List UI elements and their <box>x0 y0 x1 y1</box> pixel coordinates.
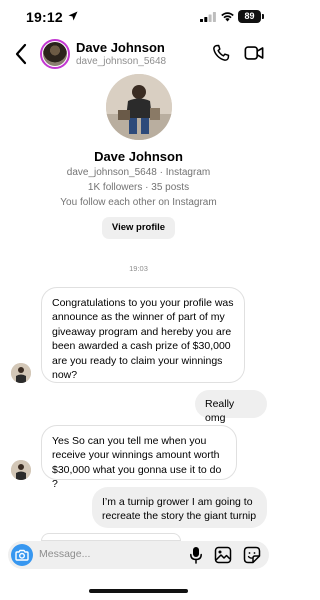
message-bubble-incoming[interactable]: Congratulations to you your profile was … <box>41 287 245 383</box>
profile-handle-line: dave_johnson_5648 · Instagram <box>66 167 211 178</box>
profile-follow-status: You follow each other on Instagram <box>60 197 217 208</box>
message-composer[interactable]: Message... <box>8 541 269 569</box>
message-bubble-outgoing[interactable]: Really omg <box>195 390 267 424</box>
sender-avatar[interactable] <box>11 460 31 480</box>
message-input[interactable]: Message... <box>39 548 90 560</box>
phone-icon[interactable] <box>211 43 231 63</box>
camera-icon <box>15 549 29 561</box>
home-indicator <box>89 589 188 593</box>
location-arrow-icon <box>68 11 78 21</box>
message-bubble-incoming[interactable]: Yes So can you tell me when you receive … <box>41 425 237 490</box>
message-bubble-partial <box>41 533 181 541</box>
chat-header: Dave Johnson dave_johnson_5648 <box>0 34 277 74</box>
profile-stats-line: 1K followers · 35 posts <box>87 182 190 193</box>
contact-name[interactable]: Dave Johnson <box>76 40 165 55</box>
image-icon[interactable] <box>214 546 232 564</box>
status-time: 19:12 <box>26 9 63 25</box>
view-profile-button[interactable]: View profile <box>102 217 175 239</box>
status-bar: 19:12 89 <box>0 0 277 34</box>
message-bubble-outgoing[interactable]: I’m a turnip grower I am going to recrea… <box>92 487 267 528</box>
wifi-icon <box>221 12 234 22</box>
contact-handle[interactable]: dave_johnson_5648 <box>76 56 166 67</box>
header-avatar[interactable] <box>40 39 70 69</box>
camera-button[interactable] <box>11 544 33 566</box>
battery-indicator: 89 <box>238 10 264 23</box>
profile-photo[interactable] <box>106 74 172 140</box>
microphone-icon[interactable] <box>189 546 203 564</box>
cellular-signal-icon <box>200 12 216 22</box>
sender-avatar[interactable] <box>11 363 31 383</box>
chevron-left-icon[interactable] <box>14 43 28 65</box>
sticker-icon[interactable] <box>243 546 261 564</box>
profile-name: Dave Johnson <box>94 149 183 164</box>
message-timestamp: 19:03 <box>129 264 148 273</box>
video-camera-icon[interactable] <box>244 44 264 62</box>
